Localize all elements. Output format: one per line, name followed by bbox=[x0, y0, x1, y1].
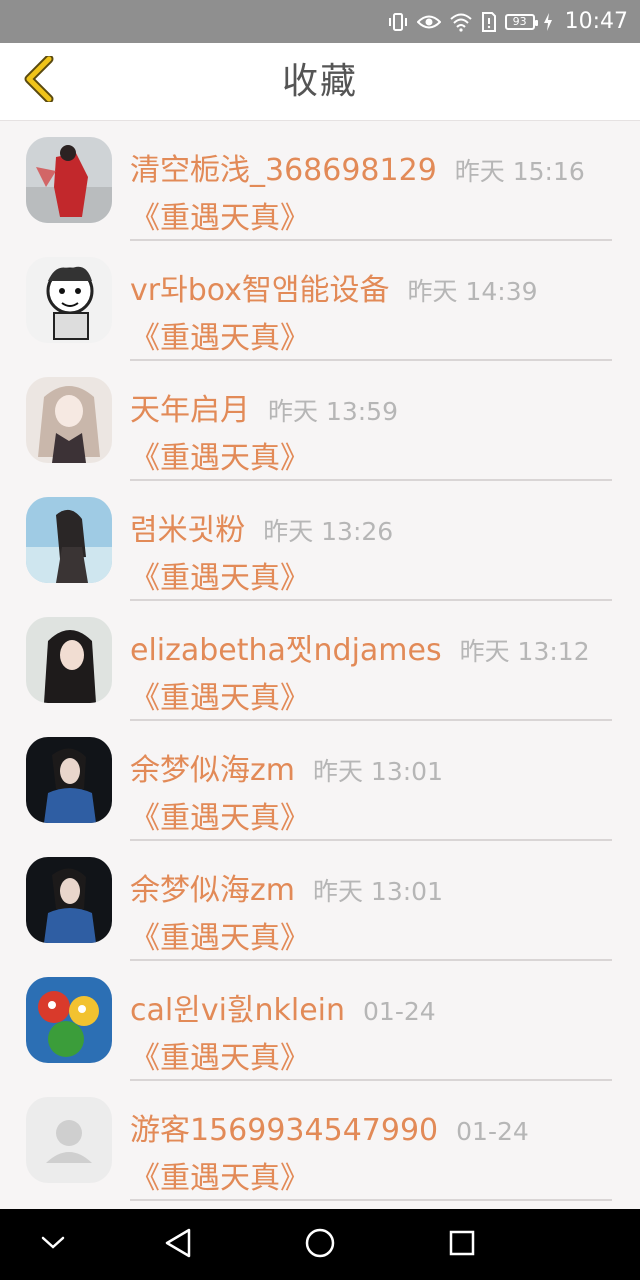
list-item[interactable]: elizabetha찟ndjames 昨天 13:12 《重遇天真》 bbox=[0, 601, 640, 721]
girl-blue-shirt-avatar[interactable] bbox=[26, 737, 112, 823]
user-name: 天年启月 bbox=[130, 393, 250, 428]
name-row: 렴米굇粉 昨天 13:26 bbox=[130, 505, 620, 549]
beach-girl-avatar[interactable] bbox=[26, 497, 112, 583]
battery-icon: 93 bbox=[504, 13, 538, 30]
list-item[interactable]: 游客1569934547990 01-24 《重遇天真》 bbox=[0, 1081, 640, 1201]
user-name: elizabetha찟ndjames bbox=[130, 633, 442, 668]
sim-alert-icon bbox=[481, 11, 497, 33]
vibrate-icon bbox=[387, 11, 409, 33]
nav-recents-button[interactable] bbox=[432, 1209, 492, 1280]
timestamp: 昨天 15:16 bbox=[454, 157, 585, 186]
user-name: 余梦似海zm bbox=[130, 753, 295, 788]
user-name: 余梦似海zm bbox=[130, 873, 295, 908]
user-name: cal윈vi흸nklein bbox=[130, 993, 346, 1028]
system-nav-bar bbox=[0, 1209, 640, 1280]
list-item[interactable]: vr돠box智앰能设备 昨天 14:39 《重遇天真》 bbox=[0, 241, 640, 361]
user-name: vr돠box智앰能设备 bbox=[130, 273, 390, 308]
status-time: 10:47 bbox=[564, 9, 628, 34]
recents-square-icon bbox=[448, 1229, 476, 1261]
favorites-list: 清空栀浅_368698129 昨天 15:16 《重遇天真》 vr돠box智앰能… bbox=[0, 121, 640, 1209]
timestamp: 01-24 bbox=[456, 1117, 529, 1146]
list-item[interactable]: 天年启月 昨天 13:59 《重遇天真》 bbox=[0, 361, 640, 481]
list-item[interactable]: cal윈vi흸nklein 01-24 《重遇天真》 bbox=[0, 961, 640, 1081]
charging-icon bbox=[543, 12, 553, 32]
wifi-icon bbox=[449, 12, 473, 32]
name-row: vr돠box智앰能设备 昨天 14:39 bbox=[130, 265, 620, 309]
dark-hair-girl-avatar[interactable] bbox=[26, 617, 112, 703]
list-item[interactable]: 余梦似海zm 昨天 13:01 《重遇天真》 bbox=[0, 721, 640, 841]
book-title[interactable]: 《重遇天真》 bbox=[130, 433, 310, 477]
user-name: 清空栀浅_368698129 bbox=[130, 153, 437, 188]
status-icons: 93 10:47 bbox=[387, 0, 628, 43]
book-title[interactable]: 《重遇天真》 bbox=[130, 913, 310, 957]
chevron-down-icon bbox=[40, 1235, 66, 1255]
anime-girl-avatar[interactable] bbox=[26, 377, 112, 463]
timestamp: 昨天 13:01 bbox=[312, 877, 443, 906]
book-title[interactable]: 《重遇天真》 bbox=[130, 193, 310, 237]
eye-icon bbox=[416, 13, 441, 31]
name-row: 清空栀浅_368698129 昨天 15:16 bbox=[130, 145, 620, 189]
red-figure-avatar[interactable] bbox=[26, 137, 112, 223]
user-name: 렴米굇粉 bbox=[130, 513, 246, 548]
name-row: 游客1569934547990 01-24 bbox=[130, 1105, 620, 1149]
name-row: 余梦似海zm 昨天 13:01 bbox=[130, 745, 620, 789]
cartoon-sketch-avatar[interactable] bbox=[26, 257, 112, 343]
back-triangle-icon bbox=[163, 1227, 193, 1263]
divider bbox=[130, 1199, 612, 1201]
battery-level: 93 bbox=[512, 15, 527, 28]
timestamp: 昨天 13:01 bbox=[312, 757, 443, 786]
timestamp: 昨天 13:59 bbox=[268, 397, 398, 426]
default-user-avatar[interactable] bbox=[26, 1097, 112, 1183]
app-header: 收藏 bbox=[0, 43, 640, 121]
timestamp: 01-24 bbox=[363, 997, 436, 1026]
name-row: cal윈vi흸nklein 01-24 bbox=[130, 985, 620, 1029]
page-title: 收藏 bbox=[281, 61, 358, 102]
name-row: 天年启月 昨天 13:59 bbox=[130, 385, 620, 429]
book-title[interactable]: 《重遇天真》 bbox=[130, 313, 310, 357]
girl-blue-shirt-avatar[interactable] bbox=[26, 857, 112, 943]
timestamp: 昨天 13:12 bbox=[459, 637, 590, 666]
nav-collapse-button[interactable] bbox=[23, 1209, 83, 1280]
nav-back-button[interactable] bbox=[148, 1209, 208, 1280]
timestamp: 昨天 14:39 bbox=[407, 277, 538, 306]
list-item[interactable]: 余梦似海zm 昨天 13:01 《重遇天真》 bbox=[0, 841, 640, 961]
book-title[interactable]: 《重遇天真》 bbox=[130, 553, 310, 597]
nav-home-button[interactable] bbox=[290, 1209, 350, 1280]
cartoon-characters-avatar[interactable] bbox=[26, 977, 112, 1063]
status-bar: 93 10:47 bbox=[0, 0, 640, 43]
user-name: 游客1569934547990 bbox=[130, 1113, 439, 1148]
name-row: 余梦似海zm 昨天 13:01 bbox=[130, 865, 620, 909]
book-title[interactable]: 《重遇天真》 bbox=[130, 1153, 310, 1197]
list-item[interactable]: 清空栀浅_368698129 昨天 15:16 《重遇天真》 bbox=[0, 121, 640, 241]
timestamp: 昨天 13:26 bbox=[263, 517, 394, 546]
name-row: elizabetha찟ndjames 昨天 13:12 bbox=[130, 625, 620, 669]
book-title[interactable]: 《重遇天真》 bbox=[130, 1033, 310, 1077]
book-title[interactable]: 《重遇天真》 bbox=[130, 793, 310, 837]
list-item[interactable]: 렴米굇粉 昨天 13:26 《重遇天真》 bbox=[0, 481, 640, 601]
home-circle-icon bbox=[304, 1227, 336, 1263]
book-title[interactable]: 《重遇天真》 bbox=[130, 673, 310, 717]
